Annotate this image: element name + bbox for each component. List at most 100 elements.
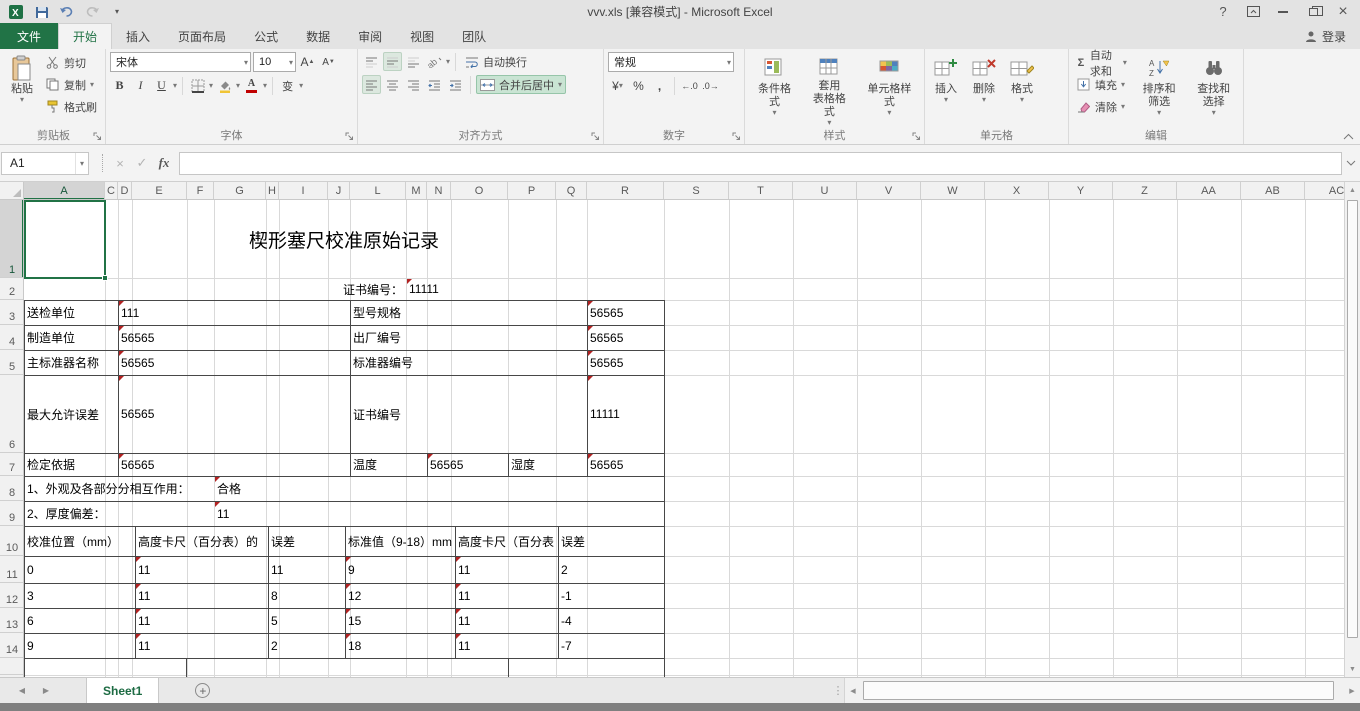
cell[interactable]: 11: [455, 556, 558, 583]
ribbon-tab-data[interactable]: 数据: [292, 23, 344, 49]
column-header-I[interactable]: I: [279, 182, 328, 200]
cell[interactable]: 11: [135, 583, 268, 608]
restore-button[interactable]: [1300, 3, 1326, 21]
column-header-U[interactable]: U: [793, 182, 857, 200]
cell[interactable]: 56565: [587, 453, 664, 476]
cell[interactable]: 合格: [214, 476, 334, 501]
cell[interactable]: 56565: [587, 300, 664, 325]
cell[interactable]: 型号规格: [350, 300, 587, 325]
borders-dropdown-arrow[interactable]: ▾: [209, 82, 213, 89]
cell[interactable]: 18: [345, 633, 455, 658]
row-header-5[interactable]: 5: [0, 350, 24, 375]
column-header-Q[interactable]: Q: [556, 182, 587, 200]
cell[interactable]: 高度卡尺（百分表）的: [135, 526, 268, 556]
close-button[interactable]: ×: [1330, 3, 1356, 21]
vertical-scroll-thumb[interactable]: [1347, 200, 1358, 638]
font-color-button[interactable]: A: [242, 76, 261, 95]
clipboard-dialog-launcher[interactable]: [92, 131, 103, 142]
scroll-up-arrow[interactable]: ▲: [1345, 182, 1360, 198]
sheet-nav-prev-button[interactable]: ◀: [10, 678, 34, 703]
formula-bar-splitter[interactable]: [89, 154, 103, 172]
ribbon-display-options-button[interactable]: [1240, 3, 1266, 21]
bold-button[interactable]: B: [110, 76, 129, 95]
column-header-M[interactable]: M: [406, 182, 427, 200]
cell[interactable]: 2、厚度偏差：: [24, 501, 214, 526]
cell[interactable]: 主标准器名称: [24, 350, 118, 375]
column-header-P[interactable]: P: [508, 182, 556, 200]
column-header-G[interactable]: G: [214, 182, 266, 200]
scroll-left-arrow[interactable]: ◀: [845, 678, 861, 703]
cell[interactable]: 56565: [587, 350, 664, 375]
phonetic-guide-button[interactable]: 变: [278, 76, 297, 95]
undo-button[interactable]: [58, 3, 76, 21]
increase-font-size-button[interactable]: A▲: [298, 53, 317, 72]
formula-input[interactable]: [179, 152, 1342, 175]
column-header-F[interactable]: F: [187, 182, 214, 200]
cell[interactable]: 标准值（9-18）mm: [345, 526, 455, 556]
column-header-S[interactable]: S: [664, 182, 729, 200]
cell[interactable]: 出厂编号: [350, 325, 587, 350]
cell[interactable]: 56565: [118, 325, 350, 350]
cut-button[interactable]: 剪切: [42, 53, 100, 72]
number-dialog-launcher[interactable]: [731, 131, 742, 142]
decrease-font-size-button[interactable]: A▼: [319, 53, 338, 72]
cell[interactable]: 12: [345, 583, 455, 608]
cell[interactable]: 校准位置（mm）: [24, 526, 135, 556]
column-header-W[interactable]: W: [921, 182, 985, 200]
cell[interactable]: 11111: [406, 278, 486, 300]
column-header-N[interactable]: N: [427, 182, 451, 200]
cell[interactable]: 误差: [268, 526, 345, 556]
font-size-select[interactable]: 10▾: [253, 52, 296, 72]
ribbon-tab-page-layout[interactable]: 页面布局: [164, 23, 240, 49]
align-left-button[interactable]: [362, 75, 381, 94]
insert-cells-button[interactable]: 插入 ▾: [929, 52, 963, 128]
find-select-button[interactable]: 查找和选择 ▾: [1188, 52, 1239, 128]
sign-in-button[interactable]: 登录: [1305, 23, 1360, 49]
cell[interactable]: 11: [268, 556, 345, 583]
cancel-entry-button[interactable]: ×: [109, 152, 131, 174]
column-header-AA[interactable]: AA: [1177, 182, 1241, 200]
comma-style-button[interactable]: ,: [650, 76, 669, 95]
column-header-Y[interactable]: Y: [1049, 182, 1113, 200]
font-dialog-launcher[interactable]: [344, 131, 355, 142]
align-center-button[interactable]: [383, 75, 402, 94]
sheet-cells[interactable]: 楔形塞尺校准原始记录证书编号：11111送检单位111型号规格56565制造单位…: [24, 200, 1344, 677]
conditional-formatting-button[interactable]: 条件格式 ▾: [749, 52, 800, 128]
ribbon-tab-home[interactable]: 开始: [58, 23, 112, 49]
cell-styles-button[interactable]: 单元格样式 ▾: [859, 52, 920, 128]
format-painter-button[interactable]: 格式刷: [42, 97, 100, 116]
cell[interactable]: 检定依据: [24, 453, 118, 476]
select-all-corner[interactable]: [0, 182, 24, 200]
format-as-table-button[interactable]: 套用 表格格式 ▾: [804, 52, 855, 128]
customize-qat-dropdown[interactable]: ▾: [108, 3, 126, 21]
minimize-button[interactable]: [1270, 3, 1296, 21]
row-header-14[interactable]: 14: [0, 633, 24, 658]
cell[interactable]: 楔形塞尺校准原始记录: [24, 200, 664, 278]
cell[interactable]: 15: [345, 608, 455, 633]
column-header-T[interactable]: T: [729, 182, 793, 200]
styles-dialog-launcher[interactable]: [911, 131, 922, 142]
name-box[interactable]: A1 ▾: [1, 152, 89, 175]
paste-button[interactable]: 粘贴 ▾: [6, 52, 38, 128]
column-header-L[interactable]: L: [350, 182, 406, 200]
confirm-entry-button[interactable]: ✓: [131, 152, 153, 174]
column-header-R[interactable]: R: [587, 182, 664, 200]
cell[interactable]: 11: [214, 501, 334, 526]
horizontal-scroll-thumb[interactable]: [863, 681, 1334, 700]
cell[interactable]: -1: [558, 583, 664, 608]
clear-button[interactable]: 清除 ▾: [1073, 97, 1130, 116]
wrap-text-button[interactable]: 自动换行: [461, 52, 530, 71]
number-format-select[interactable]: 常规▾: [608, 52, 734, 72]
row-header-4[interactable]: 4: [0, 325, 24, 350]
ribbon-tab-formulas[interactable]: 公式: [240, 23, 292, 49]
underline-button[interactable]: U: [152, 76, 171, 95]
column-header-AC[interactable]: AC: [1305, 182, 1344, 200]
row-header-3[interactable]: 3: [0, 300, 24, 325]
row-header-10[interactable]: 10: [0, 526, 24, 556]
row-header-12[interactable]: 12: [0, 583, 24, 608]
column-header-O[interactable]: O: [451, 182, 508, 200]
column-header-Z[interactable]: Z: [1113, 182, 1177, 200]
cell[interactable]: 温度: [350, 453, 427, 476]
format-cells-button[interactable]: 格式 ▾: [1005, 52, 1039, 128]
sort-filter-button[interactable]: AZ 排序和筛选 ▾: [1134, 52, 1185, 128]
